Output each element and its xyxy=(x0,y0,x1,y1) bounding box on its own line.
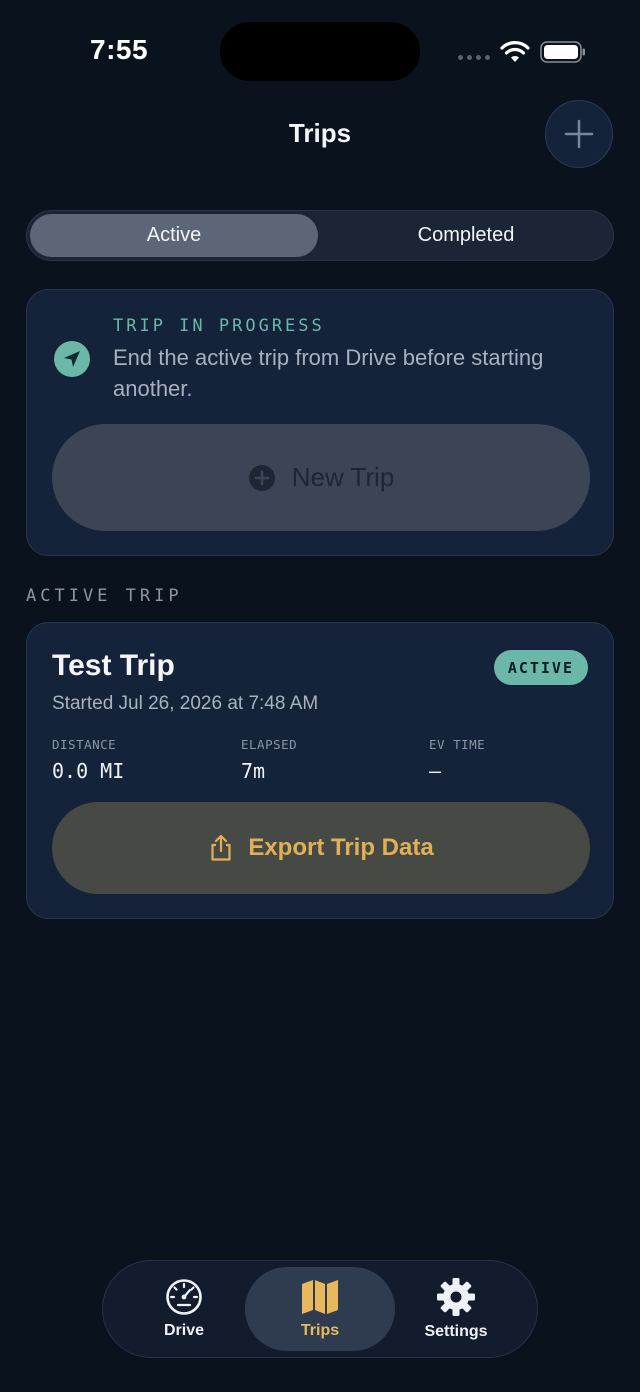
plus-icon xyxy=(564,119,594,149)
battery-icon xyxy=(540,41,585,63)
tab-label-settings: Settings xyxy=(424,1323,488,1340)
tab-drive[interactable]: Drive xyxy=(109,1267,259,1351)
stat-value: 0.0 MI xyxy=(52,759,125,783)
trip-in-progress-card: TRIP IN PROGRESS End the active trip fro… xyxy=(26,289,614,556)
export-trip-data-button[interactable]: Export Trip Data xyxy=(52,802,590,894)
add-trip-button[interactable] xyxy=(545,100,613,168)
stat-label: EV TIME xyxy=(429,737,486,752)
wifi-icon xyxy=(500,41,530,62)
stat-distance: DISTANCE 0.0 MI xyxy=(52,737,124,783)
new-trip-button[interactable]: New Trip xyxy=(52,424,590,531)
navigation-arrow-icon xyxy=(54,341,90,377)
new-trip-label: New Trip xyxy=(291,462,395,492)
active-trip-card[interactable]: Test Trip ACTIVE Started Jul 26, 2026 at… xyxy=(26,622,614,919)
page-title: Trips xyxy=(288,118,352,148)
trip-in-progress-label: TRIP IN PROGRESS xyxy=(113,316,325,336)
stat-label: DISTANCE xyxy=(52,737,117,752)
trip-filter-segmented-control: Active Completed xyxy=(26,210,614,261)
stat-value: 7m xyxy=(241,759,266,783)
status-badge: ACTIVE xyxy=(493,650,588,685)
trip-name: Test Trip xyxy=(52,649,175,682)
stat-label: ELAPSED xyxy=(241,737,298,752)
gear-icon xyxy=(437,1278,475,1316)
stat-ev-time: EV TIME – xyxy=(429,737,485,783)
segment-active[interactable]: Active xyxy=(30,214,318,257)
speedometer-icon xyxy=(166,1279,202,1315)
trip-in-progress-message: End the active trip from Drive before st… xyxy=(113,345,544,401)
tab-bar: Drive Trips Settings xyxy=(102,1260,538,1358)
map-icon xyxy=(302,1280,338,1314)
cellular-signal-icon xyxy=(458,55,490,60)
trip-start-time: Started Jul 26, 2026 at 7:48 AM xyxy=(52,693,319,714)
tab-label-trips: Trips xyxy=(300,1322,340,1339)
dynamic-island xyxy=(220,22,420,81)
tab-trips[interactable]: Trips xyxy=(245,1267,395,1351)
tab-settings[interactable]: Settings xyxy=(381,1267,531,1351)
status-time: 7:55 xyxy=(90,34,149,65)
status-bar: 7:55 xyxy=(0,0,640,100)
segment-completed[interactable]: Completed xyxy=(321,214,611,257)
export-trip-data-label: Export Trip Data xyxy=(248,834,434,861)
stat-elapsed: ELAPSED 7m xyxy=(241,737,297,783)
tab-label-drive: Drive xyxy=(163,1322,205,1339)
share-icon xyxy=(211,834,231,861)
section-title-active-trip: ACTIVE TRIP xyxy=(26,586,183,606)
plus-circle-icon xyxy=(248,464,275,491)
stat-value: – xyxy=(429,759,442,783)
